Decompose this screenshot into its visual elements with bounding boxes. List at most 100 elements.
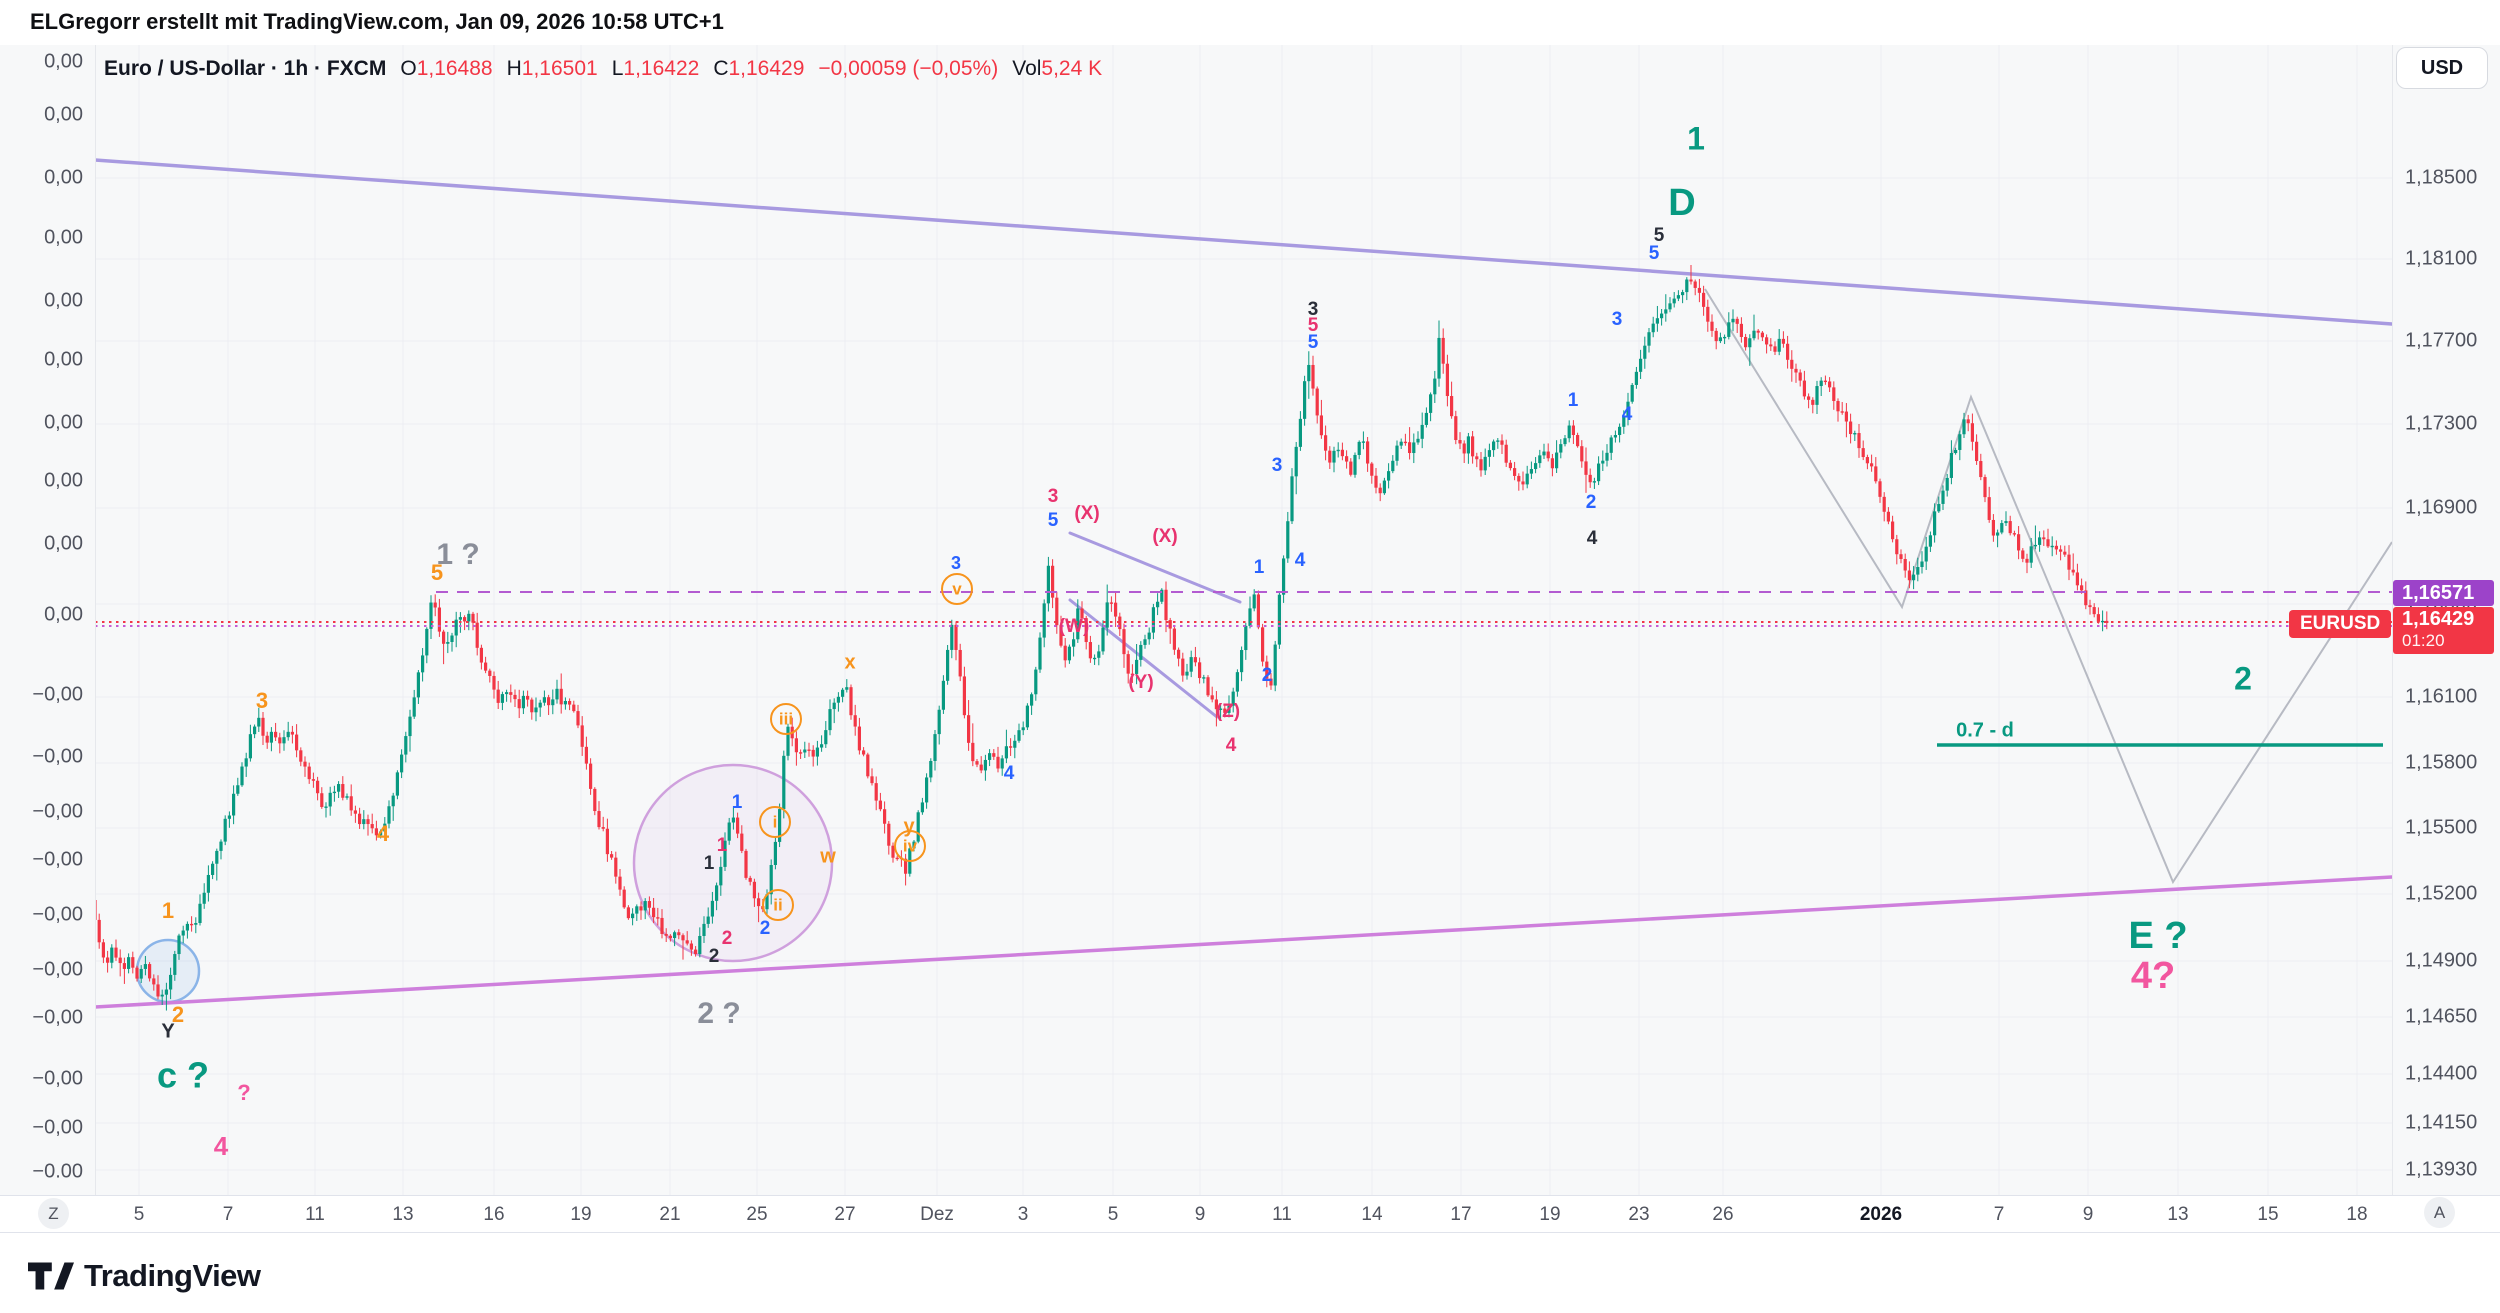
price-axis-label: 1,15800 (2405, 752, 2477, 775)
ohlc-low: L1,16422 (612, 57, 700, 81)
time-axis[interactable]: 5711131619212527Dez359111417192326202679… (0, 1195, 2500, 1233)
wave-label[interactable]: 1 ? (436, 538, 479, 571)
wave-label[interactable]: ? (237, 1080, 250, 1105)
percent-axis-label: 0,00 (44, 290, 83, 313)
wave-label[interactable]: 4 (1004, 763, 1015, 784)
time-axis-label: 15 (2257, 1204, 2278, 1226)
wave-label[interactable]: D (1668, 182, 1695, 224)
time-axis-label: 13 (2167, 1204, 2188, 1226)
wave-label[interactable]: 5 (1308, 332, 1319, 353)
wave-label[interactable]: 4 (214, 1131, 229, 1161)
wave-label[interactable]: 4 (377, 821, 390, 846)
circled-wave-label: iii (779, 709, 793, 728)
time-axis-label: 23 (1628, 1204, 1649, 1226)
time-axis-label: 19 (570, 1204, 591, 1226)
trend-line[interactable] (95, 877, 2392, 1007)
wave-label[interactable]: 0.7 - d (1956, 719, 2014, 741)
wave-label[interactable]: 4 (1622, 404, 1633, 425)
time-axis-label: 9 (2083, 1204, 2094, 1226)
price-axis-label: 1,17300 (2405, 413, 2477, 436)
wave-label[interactable]: 5 (1048, 510, 1059, 531)
wave-label[interactable]: w (819, 845, 836, 867)
time-axis-label: 17 (1450, 1204, 1471, 1226)
circled-wave-label: v (952, 579, 962, 598)
chart-canvas[interactable]: 12Yc ??43451 ?2 ?121212wxy3435(X)(X)(W)(… (0, 0, 2500, 1313)
wave-label[interactable]: 2 (2234, 660, 2252, 696)
wave-label[interactable]: 2 ? (697, 997, 740, 1030)
wave-label[interactable]: 2 (722, 928, 733, 949)
wave-label[interactable]: 3 (256, 688, 268, 713)
time-axis-label: 11 (1272, 1204, 1292, 1226)
percent-axis-label: 0,00 (44, 470, 83, 493)
time-axis-label: 14 (1361, 1204, 1382, 1226)
price-axis-label: 1,16100 (2405, 686, 2477, 709)
price-axis-label: 1,14650 (2405, 1006, 2477, 1029)
price-axis-label: 1,15500 (2405, 817, 2477, 840)
wave-label[interactable]: 1 (1687, 120, 1705, 156)
projection-zigzag-line[interactable] (1705, 289, 2392, 882)
wave-label[interactable]: 3 (1272, 455, 1283, 476)
percent-axis-label: −0,00 (32, 801, 83, 824)
left-axis-separator (95, 45, 96, 1195)
percent-axis-label: 0,00 (44, 227, 83, 250)
price-axis-label: 1,18500 (2405, 167, 2477, 190)
wave-label[interactable]: (X) (1152, 526, 1177, 547)
price-axis-label: 1,17700 (2405, 330, 2477, 353)
percent-axis-label: −0,00 (32, 746, 83, 769)
percent-axis-label: 0,00 (44, 349, 83, 372)
wave-label[interactable]: 1 (1568, 390, 1579, 411)
trend-line[interactable] (95, 160, 2392, 324)
percent-price-axis[interactable]: 0,000,000,000,000,000,000,000,000,000,00… (0, 45, 95, 1195)
wave-label[interactable]: (Z) (1216, 701, 1240, 722)
wave-label[interactable]: 1 (732, 792, 743, 813)
wave-label[interactable]: Y (161, 1020, 175, 1042)
wave-label[interactable]: c ? (157, 1055, 209, 1096)
wave-label[interactable]: 3 (951, 553, 961, 573)
tradingview-logo[interactable]: TradingView (28, 1258, 261, 1294)
percent-axis-label: 0,00 (44, 51, 83, 74)
time-axis-label: 9 (1195, 1204, 1206, 1226)
ohlc-high: H1,16501 (507, 57, 598, 81)
wave-label[interactable]: 5 (1649, 243, 1660, 264)
wave-label[interactable]: 1 (1254, 557, 1265, 578)
candlestick-series (93, 265, 2108, 1011)
circled-wave-label: i (773, 812, 778, 831)
wave-label[interactable]: x (844, 651, 855, 673)
percent-axis-label: 0,00 (44, 533, 83, 556)
time-axis-label: 21 (659, 1204, 680, 1226)
wave-label[interactable]: 2 (760, 918, 771, 939)
wave-label[interactable]: 1 (704, 853, 715, 874)
wave-label[interactable]: 4 (1226, 735, 1237, 756)
percent-axis-label: −0,00 (32, 849, 83, 872)
time-axis-label: 7 (1994, 1204, 2005, 1226)
time-axis-label: Dez (920, 1204, 954, 1226)
time-axis-label: 3 (1018, 1204, 1029, 1226)
wave-label[interactable]: 4? (2131, 955, 2175, 997)
time-axis-label: 13 (392, 1204, 413, 1226)
scale-a-button[interactable]: A (2424, 1197, 2455, 1228)
time-axis-label: 11 (305, 1204, 325, 1226)
wave-label[interactable]: 4 (1295, 550, 1306, 571)
percent-axis-label: 0,00 (44, 604, 83, 627)
wave-label[interactable]: y (903, 815, 915, 837)
wave-label[interactable]: E ? (2128, 915, 2187, 957)
symbol-title[interactable]: Euro / US-Dollar · 1h · FXCM (104, 57, 386, 81)
price-axis-label: 1,14150 (2405, 1112, 2477, 1135)
wave-label[interactable]: 3 (1048, 486, 1059, 507)
scale-z-button[interactable]: Z (38, 1198, 69, 1229)
wave-label[interactable]: (W) (1059, 616, 1090, 637)
wave-label[interactable]: (X) (1074, 503, 1099, 524)
currency-toggle-button[interactable]: USD (2396, 47, 2488, 89)
time-axis-label: 5 (1108, 1204, 1119, 1226)
symbol-legend[interactable]: Euro / US-Dollar · 1h · FXCM O1,16488 H1… (104, 57, 1102, 81)
wave-label[interactable]: 1 (162, 898, 174, 923)
wave-label[interactable]: 2 (709, 946, 720, 967)
wave-label[interactable]: 2 (1586, 492, 1597, 513)
wave-label[interactable]: (Y) (1128, 672, 1153, 693)
time-axis-label: 16 (483, 1204, 504, 1226)
wave-label[interactable]: 4 (1587, 528, 1598, 549)
wave-label[interactable]: 2 (1262, 665, 1273, 686)
wave-label[interactable]: 3 (1612, 309, 1623, 330)
wave-label[interactable]: 1 (717, 835, 728, 856)
circled-wave-label: ii (773, 895, 782, 914)
